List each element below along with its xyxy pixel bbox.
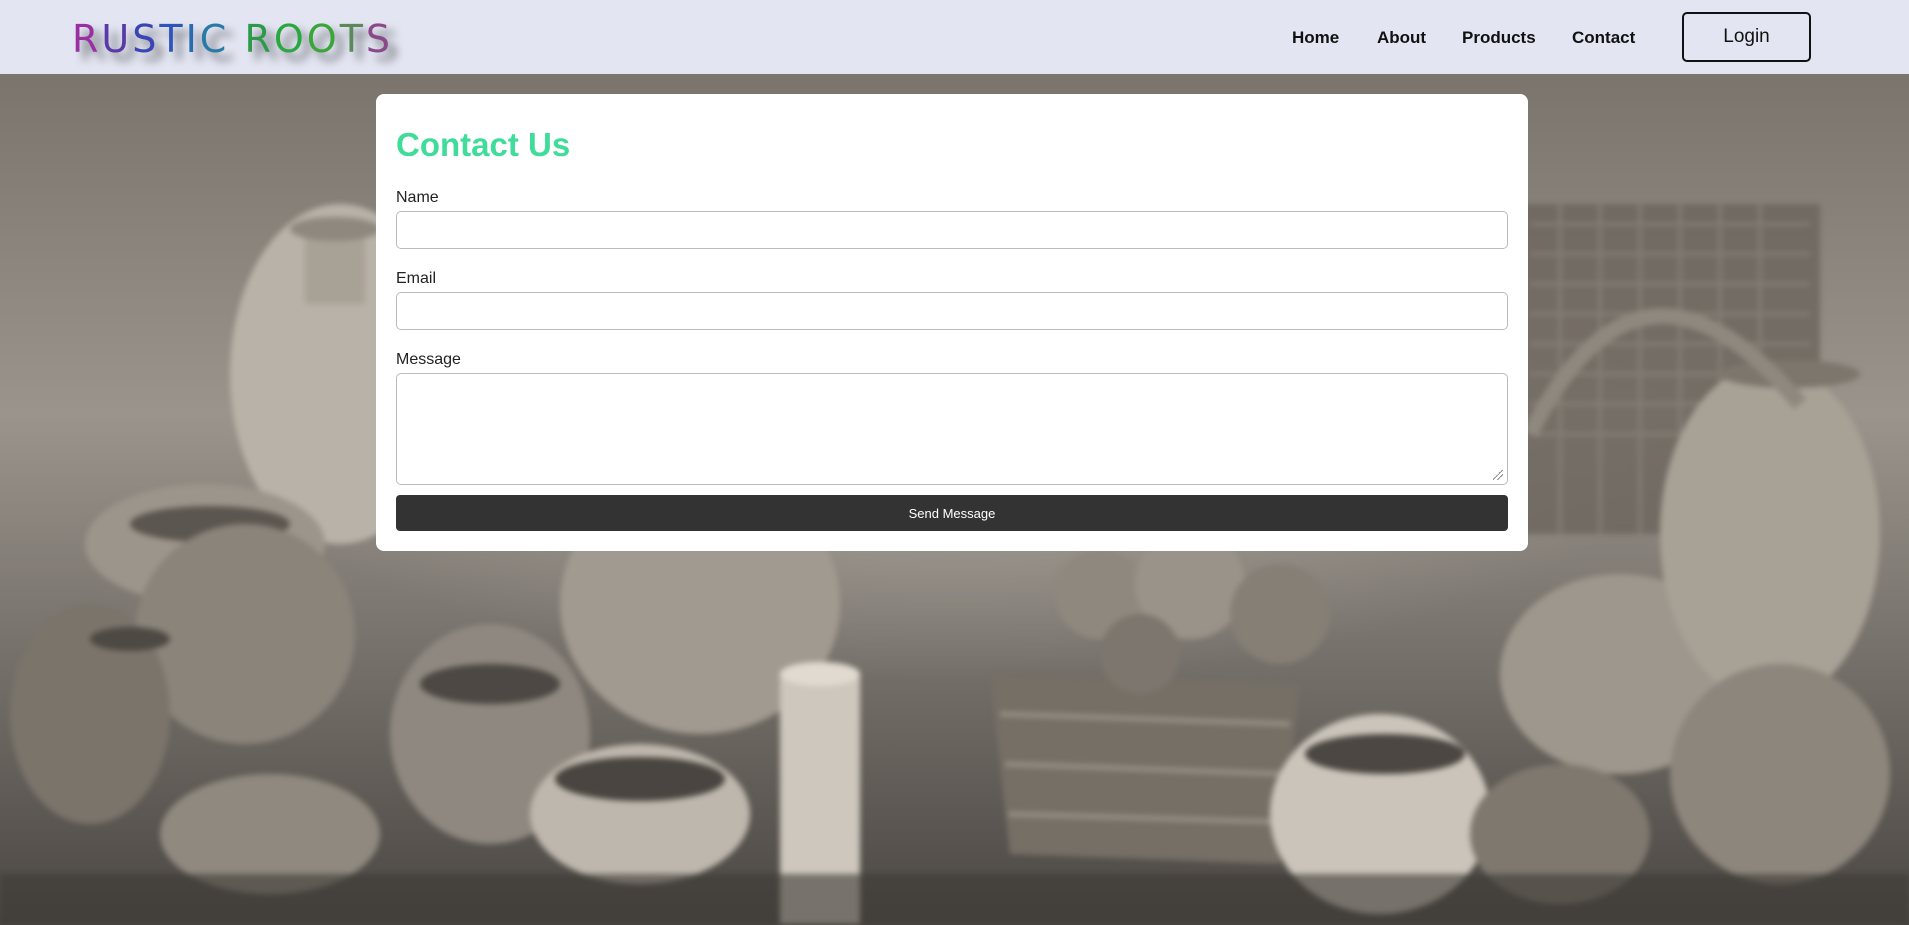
- logo-letter: R: [72, 17, 102, 61]
- logo-letter: [229, 18, 244, 60]
- logo-letter: S: [132, 17, 160, 61]
- logo-letter: T: [339, 17, 366, 61]
- contact-form-card: Contact Us Name Email Message Send Messa…: [376, 94, 1528, 551]
- logo-letter: U: [101, 17, 133, 61]
- site-header: RUSTIC ROOTS Home About Products Contact…: [0, 0, 1909, 74]
- logo-letter: T: [159, 17, 186, 61]
- logo-letter: O: [273, 17, 307, 61]
- login-button[interactable]: Login: [1682, 12, 1811, 62]
- nav-link-home[interactable]: Home: [1292, 27, 1339, 49]
- email-label: Email: [396, 270, 437, 287]
- logo-letter: R: [244, 17, 274, 61]
- contact-title: Contact Us: [396, 126, 571, 163]
- logo-letter: O: [306, 17, 340, 61]
- send-message-button[interactable]: Send Message: [396, 495, 1508, 531]
- nav-link-contact[interactable]: Contact: [1572, 27, 1635, 49]
- message-label: Message: [396, 351, 461, 368]
- email-input[interactable]: [396, 292, 1508, 330]
- nav-link-products[interactable]: Products: [1462, 27, 1536, 49]
- resize-handle-icon[interactable]: [1493, 470, 1503, 480]
- site-logo[interactable]: RUSTIC ROOTS: [72, 18, 393, 60]
- name-input[interactable]: [396, 211, 1508, 249]
- nav-link-about[interactable]: About: [1377, 27, 1426, 49]
- name-label: Name: [396, 189, 439, 206]
- logo-letter: S: [365, 17, 394, 61]
- logo-letter: I: [185, 17, 200, 61]
- message-textarea[interactable]: [396, 373, 1508, 485]
- logo-letter: C: [199, 17, 230, 61]
